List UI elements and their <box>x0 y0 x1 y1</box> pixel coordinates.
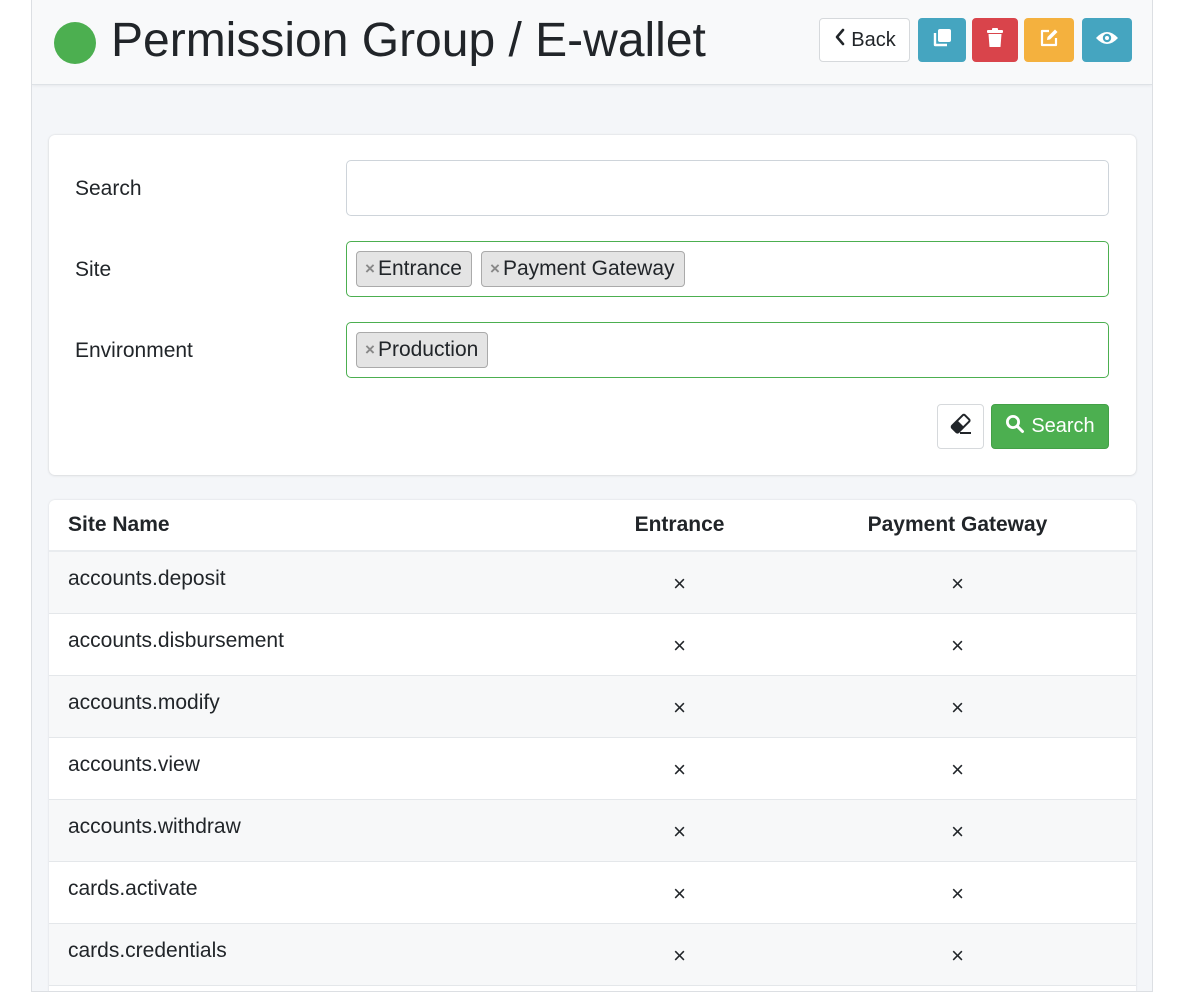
search-button[interactable]: Search <box>991 404 1109 449</box>
back-button-label: Back <box>851 28 896 51</box>
payment-gateway-permission-cell[interactable]: × <box>800 862 1115 923</box>
permissions-table: Site Name Entrance Payment Gateway accou… <box>49 500 1136 991</box>
table-row: cards.activate × × <box>49 862 1136 924</box>
environment-tag-production: × Production <box>356 332 489 368</box>
site-name-cell: accounts.view <box>68 753 200 776</box>
back-button[interactable]: Back <box>819 18 910 62</box>
search-input[interactable] <box>346 160 1109 216</box>
tag-remove-icon[interactable]: × <box>365 259 375 279</box>
entrance-permission-cell[interactable]: × <box>559 924 800 985</box>
delete-button[interactable] <box>972 18 1018 62</box>
site-name-cell: accounts.deposit <box>68 567 226 590</box>
table-header: Site Name Entrance Payment Gateway <box>49 500 1136 552</box>
column-header-site-name[interactable]: Site Name <box>49 513 559 537</box>
table-row: accounts.disbursement × × <box>49 614 1136 676</box>
site-name-cell: cards.activate <box>68 877 198 900</box>
status-indicator <box>54 22 96 64</box>
clear-filters-button[interactable] <box>937 404 984 449</box>
site-name-cell: accounts.disbursement <box>68 629 284 652</box>
payment-gateway-permission-cell[interactable]: × <box>800 738 1115 799</box>
search-icon <box>1005 414 1025 440</box>
entrance-permission-cell[interactable]: × <box>559 800 800 861</box>
page: Permission Group / E-wallet Back Search … <box>31 0 1153 992</box>
payment-gateway-permission-cell[interactable]: × <box>800 614 1115 675</box>
entrance-permission-cell[interactable]: × <box>559 614 800 675</box>
tag-label: Entrance <box>377 257 462 280</box>
tag-label: Production <box>377 338 479 361</box>
site-name-cell: cards.credentials <box>68 939 227 962</box>
environment-label: Environment <box>75 339 193 362</box>
site-tag-entrance: × Entrance <box>356 251 472 287</box>
page-header: Permission Group / E-wallet Back <box>32 0 1152 85</box>
table-row: accounts.deposit × × <box>49 552 1136 614</box>
entrance-permission-cell[interactable]: × <box>559 552 800 613</box>
payment-gateway-permission-cell[interactable]: × <box>800 924 1115 985</box>
tag-remove-icon[interactable]: × <box>490 259 500 279</box>
search-label: Search <box>75 177 142 200</box>
payment-gateway-permission-cell[interactable]: × <box>800 676 1115 737</box>
payment-gateway-permission-cell[interactable]: × <box>800 800 1115 861</box>
edit-icon <box>1038 27 1060 54</box>
environment-multiselect[interactable]: × Production <box>346 322 1109 378</box>
site-tag-payment-gateway: × Payment Gateway <box>481 251 685 287</box>
tag-remove-icon[interactable]: × <box>365 340 375 360</box>
entrance-permission-cell[interactable]: × <box>559 738 800 799</box>
column-header-entrance[interactable]: Entrance <box>559 513 800 537</box>
eraser-icon <box>949 413 973 440</box>
chevron-left-icon <box>833 27 847 53</box>
site-name-cell: accounts.withdraw <box>68 815 241 838</box>
table-row: cards.credentials × × <box>49 924 1136 986</box>
filter-panel: Search Site × Entrance × Payment Gateway… <box>49 135 1136 475</box>
search-button-label: Search <box>1031 415 1095 437</box>
entrance-permission-cell[interactable]: × <box>559 676 800 737</box>
column-header-payment-gateway[interactable]: Payment Gateway <box>800 513 1115 537</box>
copy-icon <box>931 27 953 54</box>
payment-gateway-permission-cell[interactable]: × <box>800 552 1115 613</box>
eye-icon <box>1095 29 1119 52</box>
table-body: accounts.deposit × × accounts.disburseme… <box>49 552 1136 986</box>
site-label: Site <box>75 258 112 281</box>
site-multiselect[interactable]: × Entrance × Payment Gateway <box>346 241 1109 297</box>
edit-button[interactable] <box>1024 18 1074 62</box>
table-row: accounts.view × × <box>49 738 1136 800</box>
site-name-cell: accounts.modify <box>68 691 220 714</box>
view-button[interactable] <box>1082 18 1132 62</box>
table-row: accounts.withdraw × × <box>49 800 1136 862</box>
table-row: accounts.modify × × <box>49 676 1136 738</box>
entrance-permission-cell[interactable]: × <box>559 862 800 923</box>
copy-button[interactable] <box>918 18 966 62</box>
trash-icon <box>985 27 1005 54</box>
page-title: Permission Group / E-wallet <box>111 14 706 67</box>
tag-label: Payment Gateway <box>502 257 675 280</box>
